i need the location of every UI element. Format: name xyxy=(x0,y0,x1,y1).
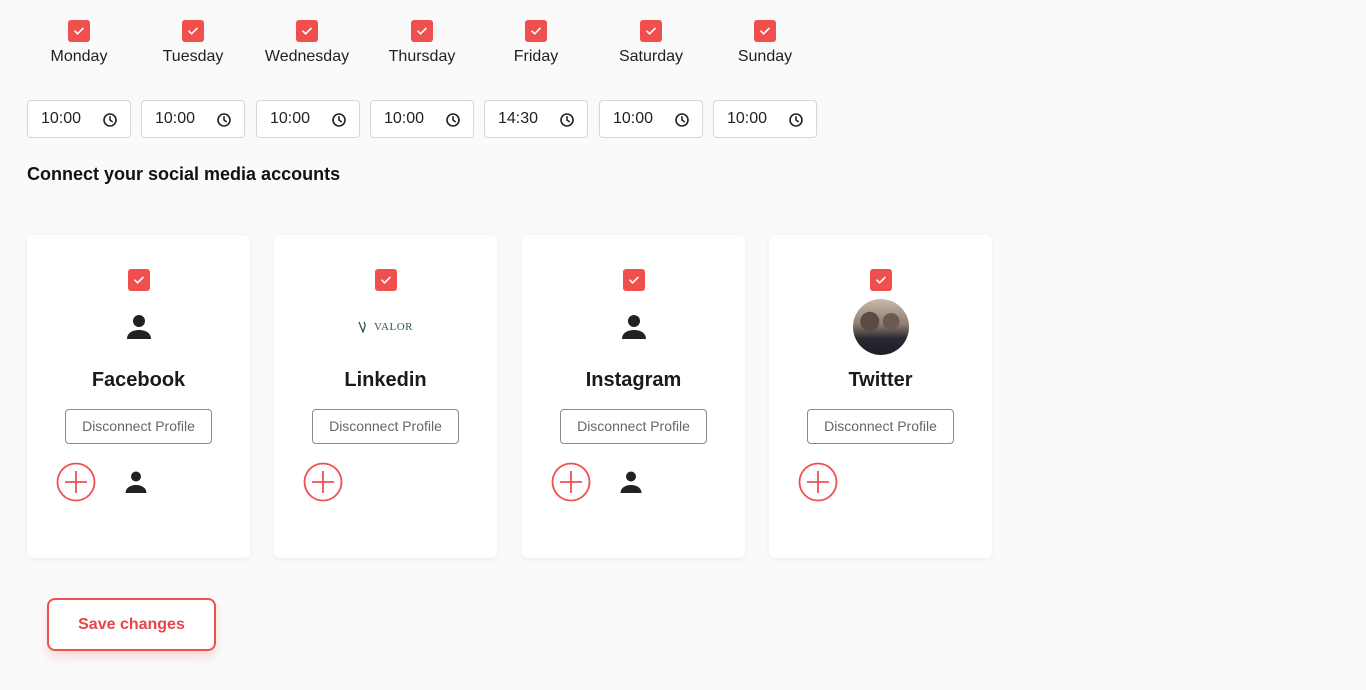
clock-icon[interactable] xyxy=(559,112,575,128)
profile-photo xyxy=(852,299,909,355)
check-icon xyxy=(646,27,656,35)
day-label: Sunday xyxy=(737,48,793,65)
section-title: Connect your social media accounts xyxy=(27,164,341,184)
check-icon xyxy=(629,276,639,284)
day-checkbox[interactable] xyxy=(640,20,662,42)
logo-text: VALOR xyxy=(374,321,413,333)
day-thursday: Thursday xyxy=(372,20,472,66)
day-checkbox[interactable] xyxy=(296,20,318,42)
account-card-facebook: Facebook Disconnect Profile xyxy=(27,235,250,558)
disconnect-profile-button[interactable]: Disconnect Profile xyxy=(807,409,954,444)
day-label: Monday xyxy=(50,48,108,65)
time-input-friday[interactable]: 14:30 xyxy=(484,100,588,138)
disconnect-profile-button[interactable]: Disconnect Profile xyxy=(312,409,459,444)
day-label: Wednesday xyxy=(264,48,350,65)
valor-logo-mark-icon xyxy=(358,321,367,333)
time-value: 10:00 xyxy=(384,110,425,127)
avatar xyxy=(522,299,745,355)
day-checkbox[interactable] xyxy=(182,20,204,42)
check-icon xyxy=(531,27,541,35)
time-input-tuesday[interactable]: 10:00 xyxy=(141,100,245,138)
account-checkbox[interactable] xyxy=(623,269,645,291)
check-icon xyxy=(134,276,144,284)
person-icon xyxy=(126,315,151,339)
check-icon xyxy=(381,276,391,284)
time-value: 10:00 xyxy=(727,110,768,127)
day-label: Thursday xyxy=(388,48,456,65)
day-checkbox[interactable] xyxy=(754,20,776,42)
account-checkbox[interactable] xyxy=(375,269,397,291)
day-label: Friday xyxy=(513,48,559,65)
account-name: Facebook xyxy=(91,369,186,391)
time-input-thursday[interactable]: 10:00 xyxy=(370,100,474,138)
account-name: Linkedin xyxy=(344,369,427,391)
check-icon xyxy=(760,27,770,35)
day-sunday: Sunday xyxy=(715,20,815,66)
clock-icon[interactable] xyxy=(674,112,690,128)
time-value: 10:00 xyxy=(41,110,82,127)
avatar xyxy=(769,299,992,355)
valor-logo: VALOR xyxy=(358,321,413,333)
check-icon xyxy=(74,27,84,35)
account-card-linkedin: VALOR Linkedin Disconnect Profile xyxy=(274,235,497,558)
clock-icon[interactable] xyxy=(331,112,347,128)
check-icon xyxy=(417,27,427,35)
day-checkbox[interactable] xyxy=(411,20,433,42)
day-checkbox[interactable] xyxy=(68,20,90,42)
day-tuesday: Tuesday xyxy=(143,20,243,66)
account-name: Twitter xyxy=(848,369,913,391)
profile-person-icon[interactable] xyxy=(618,469,644,495)
check-icon xyxy=(302,27,312,35)
save-changes-button[interactable]: Save changes xyxy=(47,598,216,651)
day-friday: Friday xyxy=(486,20,586,66)
disconnect-profile-button[interactable]: Disconnect Profile xyxy=(65,409,212,444)
clock-icon[interactable] xyxy=(788,112,804,128)
account-name: Instagram xyxy=(585,369,682,391)
time-value: 10:00 xyxy=(613,110,654,127)
check-icon xyxy=(876,276,886,284)
profile-person-icon[interactable] xyxy=(123,469,149,495)
time-value: 10:00 xyxy=(270,110,311,127)
add-profile-icon[interactable] xyxy=(56,462,96,502)
account-checkbox[interactable] xyxy=(870,269,892,291)
account-card-twitter: Twitter Disconnect Profile xyxy=(769,235,992,558)
day-monday: Monday xyxy=(29,20,129,66)
account-checkbox[interactable] xyxy=(128,269,150,291)
add-profile-icon[interactable] xyxy=(798,462,838,502)
avatar xyxy=(27,299,250,355)
day-checkbox[interactable] xyxy=(525,20,547,42)
person-icon xyxy=(621,315,646,339)
day-saturday: Saturday xyxy=(601,20,701,66)
time-value: 14:30 xyxy=(498,110,539,127)
time-input-saturday[interactable]: 10:00 xyxy=(599,100,703,138)
check-icon xyxy=(188,27,198,35)
day-label: Saturday xyxy=(618,48,684,65)
avatar: VALOR xyxy=(274,299,497,355)
time-value: 10:00 xyxy=(155,110,196,127)
time-input-wednesday[interactable]: 10:00 xyxy=(256,100,360,138)
add-profile-icon[interactable] xyxy=(551,462,591,502)
account-card-instagram: Instagram Disconnect Profile xyxy=(522,235,745,558)
add-profile-icon[interactable] xyxy=(303,462,343,502)
time-input-sunday[interactable]: 10:00 xyxy=(713,100,817,138)
time-input-monday[interactable]: 10:00 xyxy=(27,100,131,138)
disconnect-profile-button[interactable]: Disconnect Profile xyxy=(560,409,707,444)
day-wednesday: Wednesday xyxy=(257,20,357,66)
clock-icon[interactable] xyxy=(445,112,461,128)
clock-icon[interactable] xyxy=(102,112,118,128)
day-label: Tuesday xyxy=(162,48,224,65)
clock-icon[interactable] xyxy=(216,112,232,128)
